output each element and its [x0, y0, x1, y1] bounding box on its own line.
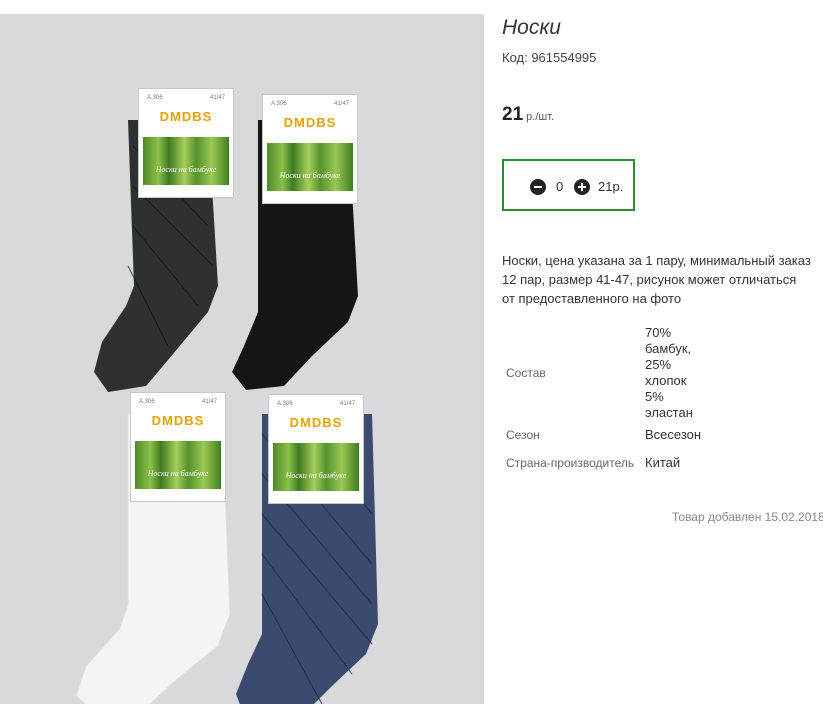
product-photo[interactable]: A.306 41/47 DMDBS Носки на бамбуке A.306 4…: [0, 14, 484, 704]
bamboo-image: [143, 137, 229, 185]
product-title: Носки: [502, 16, 561, 39]
tag-brand: DMDBS: [283, 115, 337, 130]
property-row-composition: Состав 70% бамбук, 25% хлопок 5% эластан: [502, 325, 701, 421]
tag-size: 41/47: [209, 95, 225, 101]
property-label: Состав: [506, 366, 546, 380]
sock-tag-2: A.306 41/47 DMDBS Носки на бамбуке: [262, 94, 358, 204]
sock-tag-3: A.306 41/47 DMDBS Носки на бамбуке: [130, 392, 226, 502]
price-unit: р./шт.: [526, 111, 555, 123]
plus-circle-icon[interactable]: [574, 179, 590, 195]
bamboo-image: [135, 441, 221, 489]
tag-article: A.306: [139, 399, 155, 405]
property-value: Китай: [645, 455, 681, 470]
property-row-season: Сезон Всесезон: [502, 421, 701, 449]
bamboo-image: [267, 143, 353, 191]
tag-caption: Носки на бамбуке: [147, 469, 209, 478]
tag-size: 41/47: [333, 101, 349, 107]
quantity-stepper: 0 21р.: [502, 159, 635, 211]
composition-line: 25%: [645, 357, 672, 372]
quantity-total: 21р.: [598, 179, 624, 194]
properties-table: Состав 70% бамбук, 25% хлопок 5% эластан…: [502, 325, 701, 477]
property-label: Сезон: [506, 428, 540, 442]
tag-caption: Носки на бамбуке: [155, 165, 217, 174]
composition-line: хлопок: [645, 373, 687, 388]
property-value: Всесезон: [645, 427, 702, 442]
tag-article: A.306: [277, 401, 293, 407]
product-code: Код: 961554995: [502, 50, 597, 65]
composition-line: эластан: [645, 405, 693, 420]
property-value: 70% бамбук, 25% хлопок 5% эластан: [645, 325, 701, 421]
tag-article: A.306: [147, 95, 163, 101]
quantity-value: 0: [556, 179, 564, 194]
product-price: 21 р./шт.: [502, 104, 554, 126]
composition-line: бамбук,: [645, 341, 692, 356]
tag-brand: DMDBS: [289, 415, 343, 430]
tag-size: 41/47: [339, 401, 355, 407]
tag-brand: DMDBS: [151, 413, 205, 428]
sock-tag-1: A.306 41/47 DMDBS Носки на бамбуке: [138, 88, 234, 198]
added-date: Товар добавлен 15.02.2018: [672, 510, 823, 524]
composition-line: 70%: [645, 325, 672, 340]
property-row-country: Страна-производитель Китай: [502, 449, 701, 477]
composition-line: 5%: [645, 389, 664, 404]
tag-size: 41/47: [201, 399, 217, 405]
price-value: 21: [502, 104, 524, 125]
sock-tag-4: A.306 41/47 DMDBS Носки на бамбуке: [268, 394, 364, 504]
property-label: Страна-производитель: [506, 456, 635, 470]
tag-article: A.306: [271, 101, 287, 107]
minus-circle-icon[interactable]: [530, 179, 546, 195]
tag-brand: DMDBS: [159, 109, 213, 124]
tag-caption: Носки на бамбуке: [279, 171, 341, 180]
product-description: Носки, цена указана за 1 пару, минимальн…: [502, 253, 811, 306]
tag-caption: Носки на бамбуке: [285, 471, 347, 480]
bamboo-image: [273, 443, 359, 491]
